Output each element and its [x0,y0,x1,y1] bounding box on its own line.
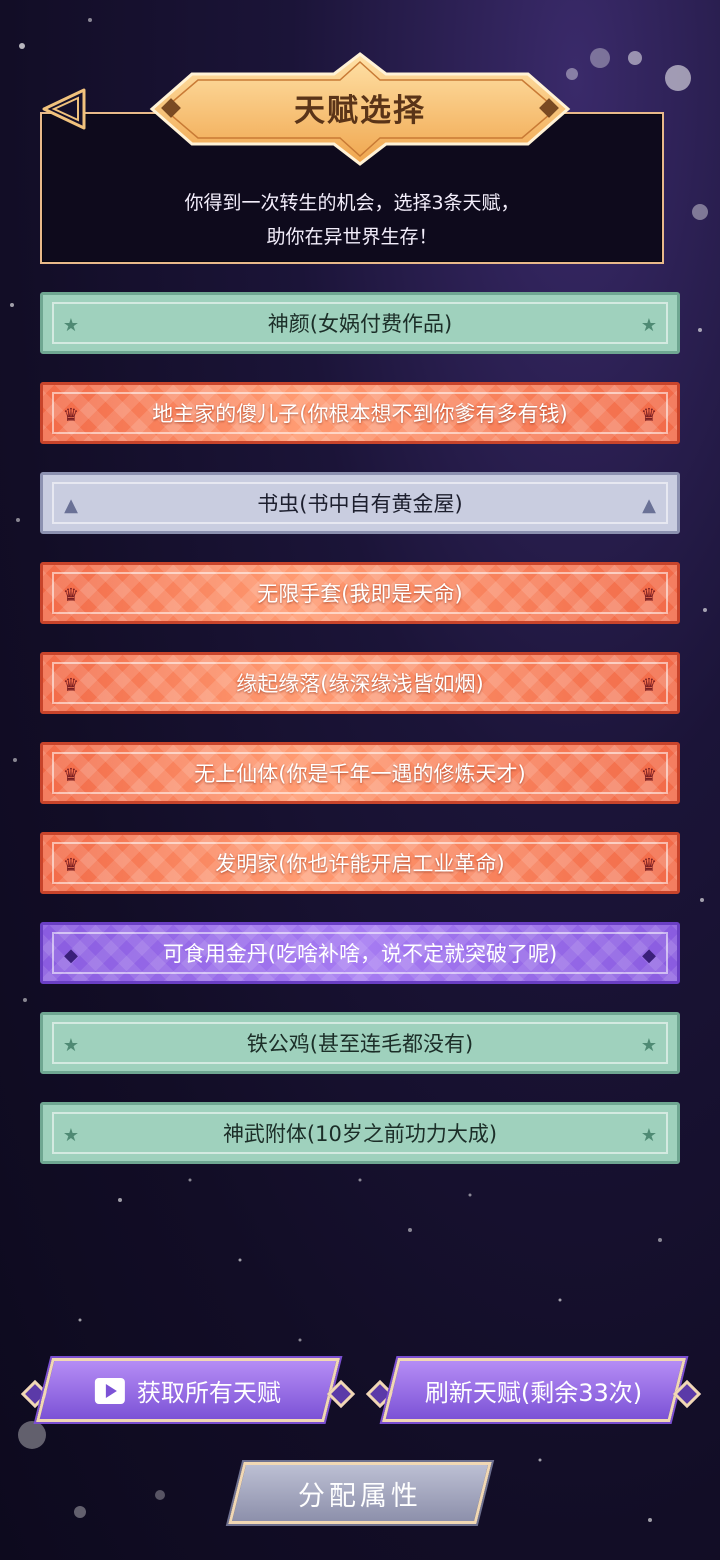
triangle-icon: ▲ [642,495,656,516]
star-icon: ★ [62,1035,80,1056]
star-icon: ★ [62,315,80,336]
star-icon: ★ [640,1035,658,1056]
talent-label: 铁公鸡(甚至连毛都没有) [246,1032,474,1056]
intro-text: 你得到一次转生的机会，选择3条天赋， 助你在异世界生存！ [42,186,662,254]
crown-icon: ♛ [62,765,80,786]
get-all-talents-button[interactable]: 获取所有天赋 [36,1358,340,1422]
talent-option[interactable]: ◆ 可食用金丹(吃啥补啥，说不定就突破了呢) ◆ [40,922,680,984]
talent-label: 无限手套(我即是天命) [257,582,463,606]
intro-line-2: 助你在异世界生存！ [266,226,438,248]
crown-icon: ♛ [640,405,658,426]
talent-option[interactable]: ★ 神武附体(10岁之前功力大成) ★ [40,1102,680,1164]
crown-icon: ♛ [640,675,658,696]
talent-label: 神武附体(10岁之前功力大成) [222,1122,498,1146]
crown-icon: ♛ [62,405,80,426]
crown-icon: ♛ [640,765,658,786]
talent-option[interactable]: ♛ 无上仙体(你是千年一遇的修炼天才) ♛ [40,742,680,804]
intro-line-1: 你得到一次转生的机会，选择3条天赋， [184,192,520,214]
gem-icon: ◆ [64,945,78,966]
talent-option[interactable]: ★ 铁公鸡(甚至连毛都没有) ★ [40,1012,680,1074]
talent-option[interactable]: ♛ 无限手套(我即是天命) ♛ [40,562,680,624]
talent-option[interactable]: ♛ 发明家(你也许能开启工业革命) ♛ [40,832,680,894]
triangle-icon: ▲ [64,495,78,516]
crown-icon: ♛ [640,855,658,876]
crown-icon: ♛ [62,855,80,876]
crown-icon: ♛ [62,585,80,606]
page-title: 天赋选择 [294,93,426,129]
talent-option[interactable]: ♛ 地主家的傻儿子(你根本想不到你爹有多有钱) ♛ [40,382,680,444]
gem-icon: ◆ [642,945,656,966]
back-arrow-icon[interactable] [40,86,90,132]
talent-label: 神颜(女娲付费作品) [267,312,453,336]
crown-icon: ♛ [62,675,80,696]
talent-label: 书虫(书中自有黄金屋) [257,492,463,516]
get-all-talents-label: 获取所有天赋 [137,1378,281,1407]
crown-icon: ♛ [640,585,658,606]
talent-label: 缘起缘落(缘深缘浅皆如烟) [236,672,484,696]
talent-option[interactable]: ▲ 书虫(书中自有黄金屋) ▲ [40,472,680,534]
talent-label: 地主家的傻儿子(你根本想不到你爹有多有钱) [152,402,568,426]
star-icon: ★ [640,1125,658,1146]
refresh-talents-button[interactable]: 刷新天赋(剩余33次) [382,1358,686,1422]
talent-option[interactable]: ♛ 缘起缘落(缘深缘浅皆如烟) ♛ [40,652,680,714]
star-icon: ★ [62,1125,80,1146]
refresh-talents-label: 刷新天赋(剩余33次) [425,1378,643,1407]
talent-option[interactable]: ★ 神颜(女娲付费作品) ★ [40,292,680,354]
talent-label: 无上仙体(你是千年一遇的修炼天才) [194,762,526,786]
talent-label: 可食用金丹(吃啥补啥，说不定就突破了呢) [162,942,558,966]
video-play-icon [95,1377,125,1403]
allocate-attributes-button[interactable]: 分配属性 [228,1462,492,1524]
star-icon: ★ [640,315,658,336]
allocate-attributes-label: 分配属性 [298,1480,422,1512]
talent-label: 发明家(你也许能开启工业革命) [215,852,505,876]
